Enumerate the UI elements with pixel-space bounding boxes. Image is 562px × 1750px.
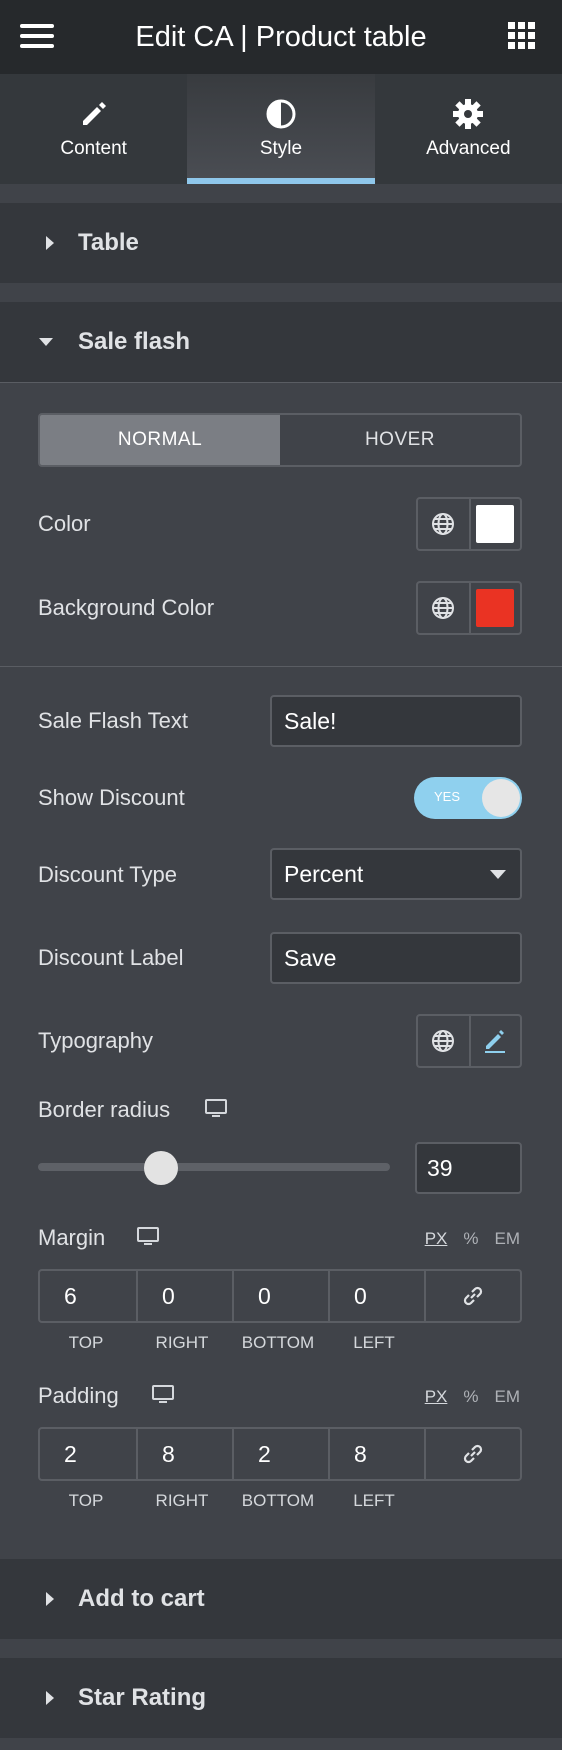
discount-type-label: Discount Type [38,862,178,887]
white-swatch [476,505,515,543]
unit-percent[interactable]: % [463,1387,478,1407]
section-sale-flash-header[interactable]: Sale flash [0,302,562,382]
margin-side-labels: TOP RIGHT BOTTOM LEFT [38,1333,522,1353]
chevron-down-icon [490,870,506,879]
side-label-left: LEFT [353,1333,395,1352]
section-table-header[interactable]: Table [0,203,562,283]
caret-right-icon [46,1592,54,1606]
padding-unit-selector: PX % EM [425,1387,520,1407]
apps-grid-icon[interactable] [504,18,540,54]
tab-style[interactable]: Style [187,74,375,184]
section-star-rating-label: Star Rating [78,1684,207,1711]
padding-side-labels: TOP RIGHT BOTTOM LEFT [38,1491,522,1511]
margin-left-input[interactable]: 0 [328,1271,424,1321]
discount-label-input[interactable]: Save [270,932,522,984]
discount-type-select[interactable]: Percent [270,848,522,900]
red-swatch [476,589,515,627]
pencil-edit-icon[interactable] [468,1016,520,1066]
color-swatch[interactable] [468,499,520,549]
side-label-bottom: BOTTOM [241,1333,315,1352]
caret-down-icon [39,338,53,346]
padding-inputs: 2 8 2 8 [38,1427,522,1481]
link-icon[interactable] [424,1429,520,1479]
typography-controls [416,1014,522,1068]
editor-tabs: Content Style Advanced [0,74,562,184]
margin-inputs: 6 0 0 0 [38,1269,522,1323]
color-label: Color [38,511,91,536]
desktop-monitor-icon[interactable] [152,1385,174,1405]
side-label-top: TOP [68,1491,104,1510]
gear-icon [452,98,484,130]
show-discount-label: Show Discount [38,785,185,810]
discount-label-label: Discount Label [38,945,184,970]
background-color-swatch[interactable] [468,583,520,633]
tab-hover[interactable]: HOVER [280,415,520,465]
toggle-yes-text: YES [434,789,461,804]
padding-label: Padding [38,1383,119,1408]
side-label-right: RIGHT [155,1333,209,1352]
caret-right-icon [46,236,54,250]
margin-unit-selector: PX % EM [425,1229,520,1249]
margin-right-input[interactable]: 0 [136,1271,232,1321]
margin-bottom-input[interactable]: 0 [232,1271,328,1321]
half-circle-icon [265,98,297,130]
pencil-icon [79,98,109,130]
padding-bottom-input[interactable]: 2 [232,1429,328,1479]
padding-left-input[interactable]: 8 [328,1429,424,1479]
side-label-right: RIGHT [155,1491,209,1510]
show-discount-toggle[interactable]: YES [414,777,522,819]
tab-content[interactable]: Content [0,74,187,184]
margin-label: Margin [38,1225,106,1250]
sale-flash-text-label: Sale Flash Text [38,708,189,733]
desktop-monitor-icon[interactable] [137,1227,159,1247]
divider [0,382,562,383]
tab-style-label: Style [259,138,303,159]
state-tabs: NORMAL HOVER [38,413,522,467]
globe-icon[interactable] [418,583,469,633]
unit-em[interactable]: EM [495,1229,521,1249]
hamburger-icon[interactable] [18,20,58,52]
padding-top-input[interactable]: 2 [40,1429,136,1479]
section-star-rating-header[interactable]: Star Rating [0,1658,562,1738]
top-bar: Edit CA | Product table [0,0,562,74]
tab-normal[interactable]: NORMAL [40,415,280,465]
unit-px[interactable]: PX [425,1387,448,1407]
sale-flash-text-input[interactable]: Sale! [270,695,522,747]
unit-percent[interactable]: % [463,1229,478,1249]
unit-px[interactable]: PX [425,1229,448,1249]
section-table-label: Table [78,229,139,256]
toggle-knob [482,779,520,817]
margin-top-input[interactable]: 6 [40,1271,136,1321]
section-add-to-cart-label: Add to cart [78,1585,205,1612]
section-sale-flash-label: Sale flash [78,328,191,355]
typography-label: Typography [38,1028,153,1053]
discount-type-value: Percent [284,860,364,887]
section-add-to-cart-header[interactable]: Add to cart [0,1559,562,1639]
globe-icon[interactable] [418,499,469,549]
side-label-bottom: BOTTOM [241,1491,315,1510]
color-picker [416,497,522,551]
tab-advanced[interactable]: Advanced [375,74,562,184]
link-icon[interactable] [424,1271,520,1321]
desktop-monitor-icon[interactable] [205,1099,227,1119]
padding-right-input[interactable]: 8 [136,1429,232,1479]
unit-em[interactable]: EM [495,1387,521,1407]
border-radius-label: Border radius [38,1097,171,1122]
side-label-top: TOP [68,1333,104,1352]
globe-icon[interactable] [418,1016,469,1066]
border-radius-slider-track[interactable] [38,1163,390,1171]
page-title: Edit CA | Product table [135,20,427,53]
tab-content-label: Content [60,138,127,159]
border-radius-input[interactable]: 39 [415,1142,522,1194]
tab-advanced-label: Advanced [426,138,511,159]
side-label-left: LEFT [353,1491,395,1510]
caret-right-icon [46,1691,54,1705]
background-color-picker [416,581,522,635]
border-radius-slider-handle[interactable] [144,1151,179,1185]
background-color-label: Background Color [38,595,215,620]
divider [0,666,562,667]
